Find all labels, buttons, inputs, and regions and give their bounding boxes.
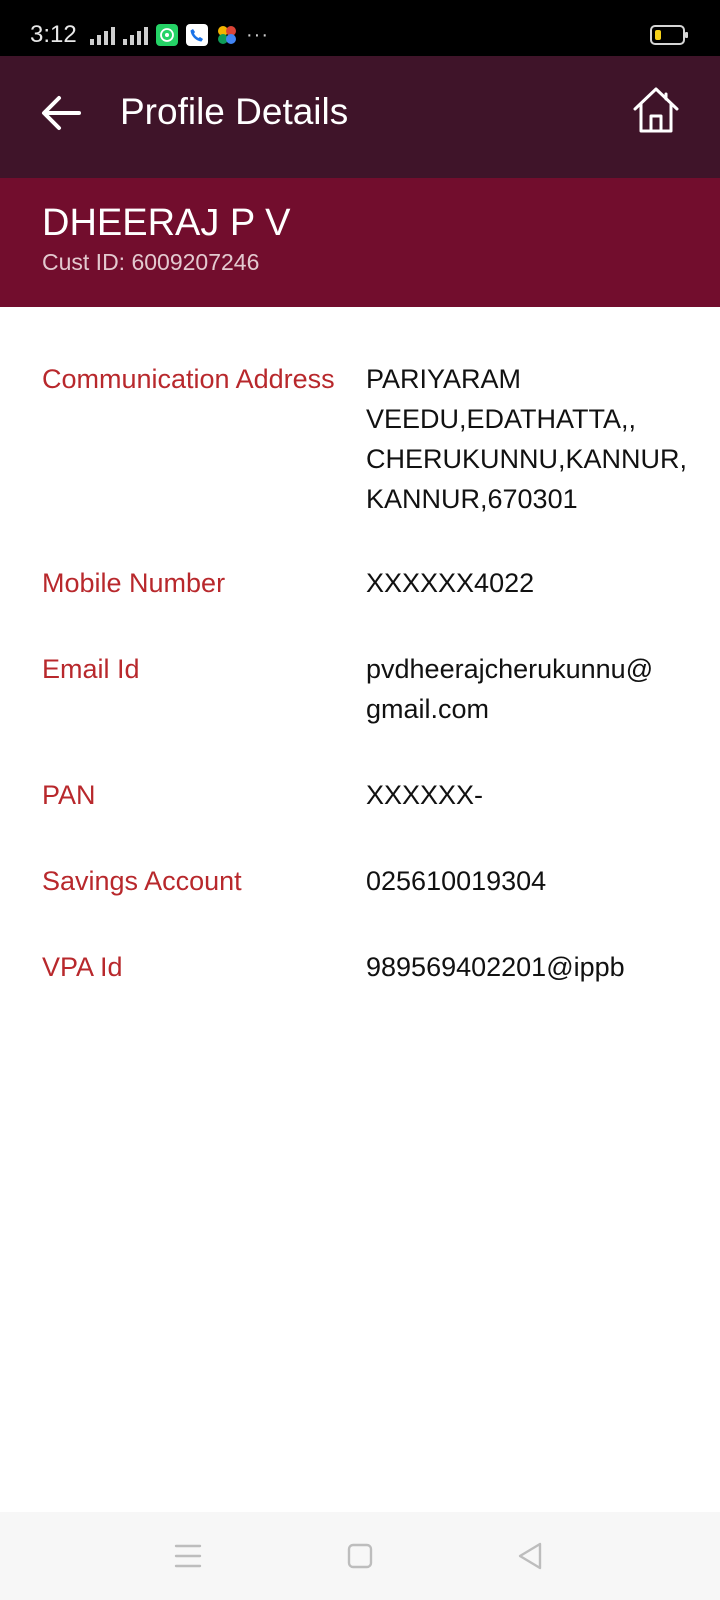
cust-id-value: 6009207246 <box>131 249 260 275</box>
system-nav-bar <box>0 1512 720 1600</box>
status-bar: 3:12 ··· <box>0 0 720 56</box>
phone-app-icon <box>186 24 208 46</box>
back-nav-button[interactable] <box>510 1536 550 1576</box>
home-square-icon <box>347 1543 373 1569</box>
email-value: pvdheerajcherukunnu@gmail.com <box>366 654 654 724</box>
whatsapp-icon <box>156 24 178 46</box>
mobile-label: Mobile Number <box>42 568 226 598</box>
customer-name: DHEERAJ P V <box>42 202 291 244</box>
battery-icon <box>650 24 688 45</box>
profile-header: DHEERAJ P V Cust ID: 6009207246 <box>0 178 720 307</box>
savings-account-label: Savings Account <box>42 866 242 896</box>
home-nav-button[interactable] <box>340 1536 380 1576</box>
address-value: PARIYARAM VEEDU,EDATHATTA,, CHERUKUNNU,K… <box>366 364 688 514</box>
app-bar: Profile Details <box>0 56 720 178</box>
pan-label: PAN <box>42 780 96 810</box>
back-button[interactable] <box>36 88 86 138</box>
arrow-left-icon <box>42 96 81 130</box>
signal-icon <box>123 25 148 45</box>
cust-id-label: Cust ID: <box>42 249 126 275</box>
pan-value: XXXXXX- <box>366 780 484 810</box>
status-time: 3:12 <box>30 21 77 48</box>
back-triangle-icon <box>518 1542 542 1570</box>
home-button[interactable] <box>628 82 684 138</box>
customer-id: Cust ID: 6009207246 <box>42 248 259 276</box>
email-label: Email Id <box>42 654 140 684</box>
vpa-label: VPA Id <box>42 952 123 982</box>
page-title: Profile Details <box>120 91 349 132</box>
savings-account-value: 025610019304 <box>366 866 547 896</box>
address-label: Communication Address <box>42 364 335 394</box>
status-icons: ··· <box>90 22 269 48</box>
vpa-value: 989569402201@ippb <box>366 952 625 982</box>
pinwheel-app-icon <box>216 24 238 46</box>
more-notifications-icon: ··· <box>246 24 269 46</box>
menu-icon <box>174 1544 202 1568</box>
signal-hplus-icon <box>90 25 115 45</box>
home-icon <box>633 87 679 133</box>
menu-button[interactable] <box>168 1536 208 1576</box>
mobile-value: XXXXXX4022 <box>366 568 535 598</box>
